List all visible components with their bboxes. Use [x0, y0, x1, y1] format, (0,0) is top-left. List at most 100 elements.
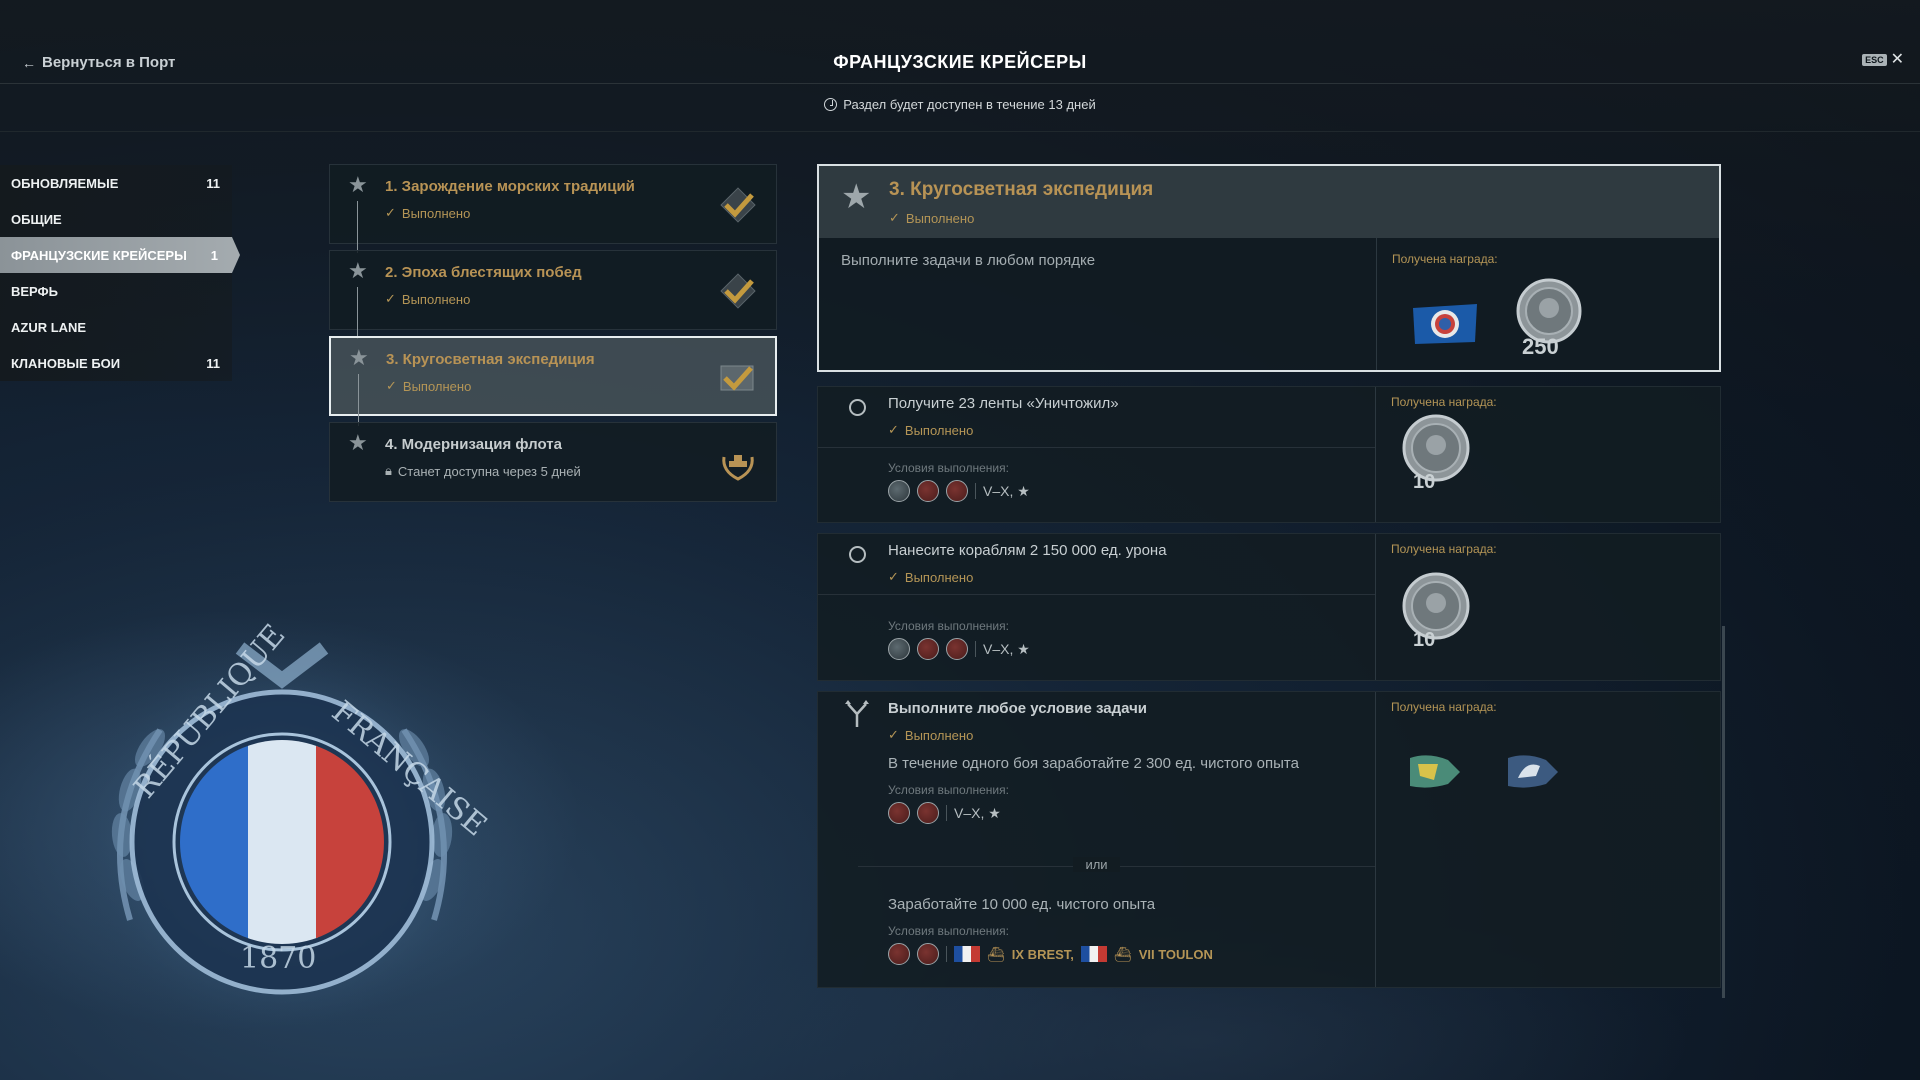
french-flag-icon [1080, 946, 1107, 962]
chapter-item-3[interactable]: ★ 3. Кругосветная экспедиция ✓ Выполнено [329, 336, 777, 426]
chapter-item-2[interactable]: ★ 2. Эпоха блестящих побед ✓ Выполнено [329, 250, 777, 339]
divider [1375, 387, 1376, 522]
close-icon: ✕ [1890, 51, 1904, 68]
sidebar-item-updatable[interactable]: ОБНОВЛЯЕМЫЕ 11 [0, 165, 232, 201]
task-option-1: В течение одного боя заработайте 2 300 е… [888, 755, 1299, 772]
conditions-row: ⛴ IX BREST, ⛴ VII TOULON [888, 943, 1213, 965]
chapter-status-text: Выполнено [401, 205, 471, 221]
availability-text: Раздел будет доступен в течение 13 дней [843, 97, 1096, 112]
star-icon: ★ [348, 258, 368, 283]
sidebar-item-general[interactable]: ОБЩИЕ [0, 201, 232, 237]
chapter-item-1[interactable]: ★ 1. Зарождение морских традиций ✓ Выполн… [329, 164, 777, 253]
chapter-connector [358, 374, 359, 426]
sidebar-item-label: ФРАНЦУЗСКИЕ КРЕЙСЕРЫ [11, 247, 187, 263]
detail-status-text: Выполнено [905, 210, 975, 226]
chapter-status: ✓ Выполнено [386, 378, 471, 394]
french-coin-icon [1402, 572, 1470, 640]
conditions-label: Условия выполнения: [888, 619, 1009, 633]
chapter-status: 🔒︎ Станет доступна через 5 дней [385, 463, 581, 479]
radio-circle-icon [849, 546, 866, 563]
check-icon: ✓ [889, 210, 900, 225]
sidebar-item-count: 11 [206, 175, 220, 191]
chapter-status-text: Станет доступна через 5 дней [397, 463, 581, 479]
battle-type-icon [917, 480, 939, 502]
completed-check-badge-icon [720, 187, 756, 223]
chapter-connector [357, 201, 358, 253]
reward-label: Получена награда: [1392, 252, 1498, 266]
task-title: Получите 23 ленты «Уничтожил» [888, 395, 1119, 412]
lock-icon: 🔒︎ [385, 463, 392, 478]
reward-label: Получена награда: [1391, 395, 1497, 409]
check-icon: ✓ [888, 422, 899, 437]
divider [818, 447, 1375, 448]
sidebar-item-azur-lane[interactable]: AZUR LANE [0, 309, 232, 345]
task-status: ✓ Выполнено [888, 422, 973, 438]
check-icon: ✓ [385, 291, 396, 306]
yellow-flag-reward-icon[interactable] [1408, 752, 1462, 792]
star-icon: ★ [349, 345, 369, 370]
divider [946, 805, 947, 821]
sidebar-item-shipyard[interactable]: ВЕРФЬ [0, 273, 232, 309]
completed-check-badge-icon [720, 273, 756, 309]
branch-choice-icon [845, 700, 869, 727]
conditions-row: V–X, ★ [888, 638, 1030, 660]
task-card-3: Выполните любое условие задачи ✓ Выполнен… [817, 691, 1721, 988]
coin-reward[interactable]: 10 [1401, 413, 1471, 493]
svg-text:1870: 1870 [240, 941, 316, 976]
esc-key-badge: ESC [1862, 54, 1887, 66]
chapter-status: ✓ Выполнено [385, 291, 470, 307]
task-card-1: Получите 23 ленты «Уничтожил» ✓ Выполнено… [817, 386, 1721, 523]
battle-type-icon [917, 943, 939, 965]
chapter-status-text: Выполнено [401, 291, 471, 307]
chapter-status: ✓ Выполнено [385, 205, 470, 221]
scrollbar[interactable] [1722, 626, 1725, 998]
chapter-connector [357, 287, 358, 339]
task-title: Выполните любое условие задачи [888, 700, 1148, 717]
task-status-text: Выполнено [904, 727, 974, 743]
battle-type-icon [888, 943, 910, 965]
check-icon: ✓ [888, 727, 899, 742]
detail-description: Выполните задачи в любом порядке [841, 252, 1096, 269]
chapter-title: 2. Эпоха блестящих побед [385, 264, 582, 281]
check-icon: ✓ [385, 205, 396, 220]
close-button[interactable]: ESC ✕ [1862, 52, 1904, 68]
sidebar-item-label: ОБНОВЛЯЕМЫЕ [11, 175, 119, 191]
radio-circle-icon [849, 399, 866, 416]
detail-status: ✓ Выполнено [889, 210, 974, 226]
chapter-status-text: Выполнено [402, 378, 472, 394]
french-flag-reward-icon[interactable] [1411, 302, 1479, 346]
coin-amount: 250 [1522, 334, 1559, 359]
cruiser-class-icon [888, 480, 910, 502]
detail-title: 3. Кругосветная экспедиция [889, 179, 1154, 200]
reward-label: Получена награда: [1391, 542, 1497, 556]
task-option-2: Заработайте 10 000 ед. чистого опыта [888, 896, 1156, 913]
coin-reward[interactable]: 250 [1514, 278, 1584, 359]
ship-name: IX BREST, [1011, 946, 1074, 962]
chapter-item-4[interactable]: ★ 4. Модернизация флота 🔒︎ Станет доступн… [329, 422, 777, 502]
french-coin-icon [1402, 414, 1470, 482]
clock-icon [824, 98, 838, 111]
availability-notice: Раздел будет доступен в течение 13 дней [0, 97, 1920, 112]
page-title: ФРАНЦУЗСКИЕ КРЕЙСЕРЫ [833, 52, 1087, 72]
tier-range: V–X, ★ [954, 804, 1001, 821]
detail-header-bar [819, 166, 1719, 238]
battle-type-icon [917, 802, 939, 824]
tier-range: V–X, ★ [983, 482, 1030, 499]
coin-reward[interactable]: 10 [1401, 571, 1471, 651]
check-icon: ✓ [888, 569, 899, 584]
divider [1376, 238, 1377, 370]
french-flag-icon [954, 946, 980, 962]
task-status: ✓ Выполнено [888, 569, 973, 585]
conditions-label: Условия выполнения: [888, 461, 1009, 475]
completed-flag-badge-icon [720, 365, 754, 391]
sidebar-item-french-cruisers[interactable]: ФРАНЦУЗСКИЕ КРЕЙСЕРЫ 1 [0, 237, 240, 273]
or-label: или [1073, 857, 1120, 872]
sidebar-item-clan-battles[interactable]: КЛАНОВЫЕ БОИ 11 [0, 345, 232, 381]
divider [0, 131, 1920, 132]
blue-flag-reward-icon[interactable] [1506, 752, 1560, 792]
category-sidebar: ОБНОВЛЯЕМЫЕ 11 ОБЩИЕ ФРАНЦУЗСКИЕ КРЕЙСЕР… [0, 165, 240, 381]
chapter-detail-panel: ★ 3. Кругосветная экспедиция ✓ Выполнено … [817, 164, 1721, 988]
ship-icon: ⛴ [987, 945, 1005, 962]
or-separator: или [818, 857, 1375, 872]
chapter-title: 4. Модернизация флота [385, 436, 562, 453]
